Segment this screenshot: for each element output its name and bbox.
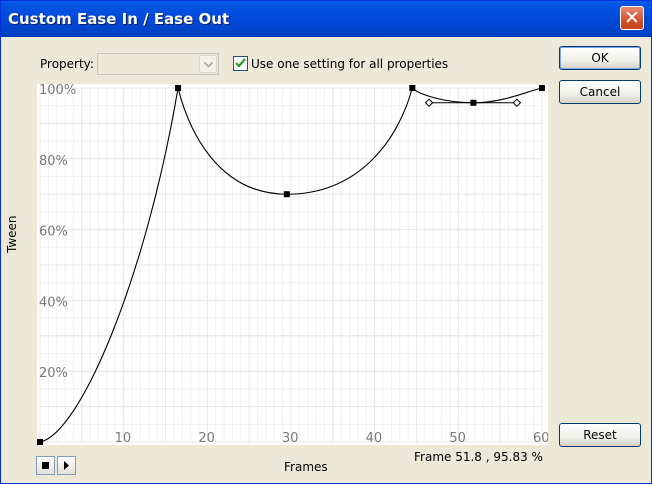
x-tick-label: 30 (282, 431, 299, 445)
curve-anchor-point (37, 439, 43, 445)
x-tick-label: 10 (115, 431, 132, 445)
dialog-window: Custom Ease In / Ease Out ✕ Property: Us… (0, 0, 652, 484)
play-button[interactable] (57, 456, 76, 475)
x-tick-label: 40 (366, 431, 383, 445)
y-tick-label: 40% (39, 295, 68, 310)
curve-anchor-point (409, 85, 416, 91)
curve-anchor-point (283, 191, 290, 198)
x-tick-label: 20 (198, 431, 215, 445)
y-tick-label: 100% (39, 84, 76, 98)
curve-anchor-point (175, 85, 182, 91)
ease-curve-graph[interactable]: 20% 40% 60% 80% 100% 10 20 30 40 50 60 (37, 84, 548, 445)
use-one-setting-label[interactable]: Use one setting for all properties (251, 57, 448, 71)
checkmark-icon (235, 58, 246, 68)
x-tick-label: 50 (449, 431, 466, 445)
curve-anchor-point (470, 99, 477, 106)
cancel-button[interactable]: Cancel (559, 80, 641, 104)
y-tick-label: 20% (39, 366, 68, 381)
reset-button[interactable]: Reset (559, 423, 641, 447)
x-tick-label: 60 (533, 431, 548, 445)
close-icon: ✕ (624, 7, 640, 29)
chevron-down-icon (204, 62, 213, 68)
property-select[interactable] (97, 53, 219, 75)
window-title: Custom Ease In / Ease Out (8, 10, 230, 28)
ok-button[interactable]: OK (559, 46, 641, 70)
ease-curve-plot[interactable]: 20% 40% 60% 80% 100% 10 20 30 40 50 60 (37, 84, 548, 445)
y-axis-label: Tween (5, 215, 19, 253)
property-label: Property: (40, 57, 94, 71)
frame-readout: Frame 51.8 , 95.83 % (414, 450, 543, 464)
title-bar[interactable]: Custom Ease In / Ease Out ✕ (1, 1, 651, 37)
curve-anchor-point (539, 85, 545, 91)
property-select-arrow[interactable] (199, 55, 217, 73)
y-tick-label: 80% (39, 154, 68, 169)
x-axis-label: Frames (284, 460, 328, 474)
y-tick-label: 60% (39, 225, 68, 240)
stop-icon (42, 462, 49, 469)
close-button[interactable]: ✕ (620, 6, 644, 30)
use-one-setting-checkbox[interactable] (233, 56, 248, 71)
play-icon (64, 461, 69, 470)
stop-button[interactable] (36, 456, 55, 475)
